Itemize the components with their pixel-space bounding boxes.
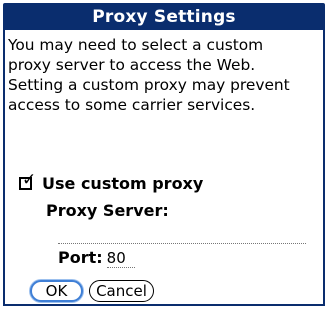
proxy-server-label: Proxy Server: [46, 201, 169, 220]
port-label: Port: [58, 248, 103, 267]
use-custom-proxy-row[interactable]: ✓ Use custom proxy [19, 172, 203, 193]
message-line: Setting a custom proxy may prevent [8, 76, 290, 94]
use-custom-proxy-checkbox[interactable]: ✓ [19, 172, 36, 190]
proxy-server-input[interactable] [58, 229, 306, 244]
port-input[interactable]: 80 [106, 249, 135, 268]
cancel-button-label: Cancel [96, 282, 147, 300]
ok-button[interactable]: OK [30, 280, 83, 302]
checkmark-icon: ✓ [22, 170, 37, 190]
message-line: You may need to select a custom [8, 36, 264, 54]
cancel-button[interactable]: Cancel [89, 280, 154, 302]
ok-button-label: OK [45, 282, 68, 300]
message-text: You may need to select a custom proxy se… [8, 35, 324, 115]
use-custom-proxy-label[interactable]: Use custom proxy [42, 174, 203, 193]
message-line: proxy server to access the Web. [8, 56, 256, 74]
message-line: access to some carrier services. [8, 96, 256, 114]
port-row: Port: 80 [58, 248, 135, 268]
dialog-title: Proxy Settings [92, 6, 236, 27]
title-bar: Proxy Settings [3, 3, 325, 30]
